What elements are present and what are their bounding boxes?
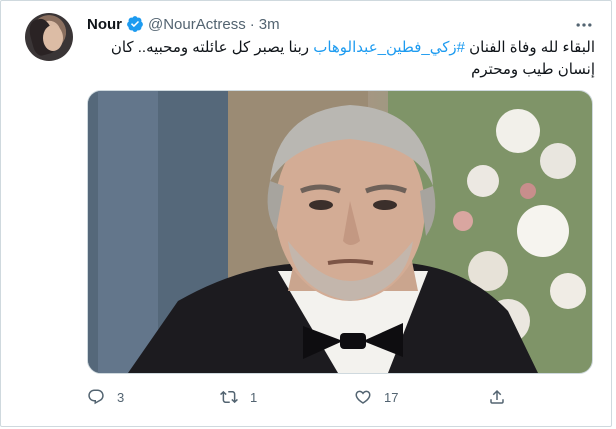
tweet-actions: 3 1 17 xyxy=(87,385,527,409)
tweet-card[interactable]: Nour @NourActress · 3m البقاء لله وفاة ا… xyxy=(0,0,612,427)
tweet-header: Nour @NourActress · 3m xyxy=(87,15,280,33)
retweet-button[interactable]: 1 xyxy=(220,385,257,409)
tweet-text: البقاء لله وفاة الفنان #زكي_فطين_عبدالوه… xyxy=(87,37,595,81)
author-name[interactable]: Nour xyxy=(87,16,122,33)
separator-dot: · xyxy=(249,15,255,33)
tweet-media-image[interactable] xyxy=(87,90,593,374)
share-button[interactable] xyxy=(488,385,506,409)
like-button[interactable]: 17 xyxy=(354,385,398,409)
reply-count: 3 xyxy=(117,389,125,405)
avatar[interactable] xyxy=(25,13,73,61)
heart-icon xyxy=(355,390,371,404)
more-icon[interactable] xyxy=(573,15,595,33)
like-count: 17 xyxy=(384,389,399,405)
author-handle[interactable]: @NourActress xyxy=(148,16,246,33)
reply-icon xyxy=(88,389,104,405)
retweet-count: 1 xyxy=(250,389,258,405)
share-icon xyxy=(490,389,504,404)
hashtag-link[interactable]: #زكي_فطين_عبدالوهاب xyxy=(313,39,465,56)
verified-badge-icon xyxy=(126,15,144,33)
timestamp[interactable]: 3m xyxy=(259,16,280,33)
tweet-text-before: البقاء لله وفاة الفنان xyxy=(464,39,595,56)
retweet-icon xyxy=(220,390,238,404)
reply-button[interactable]: 3 xyxy=(87,385,124,409)
